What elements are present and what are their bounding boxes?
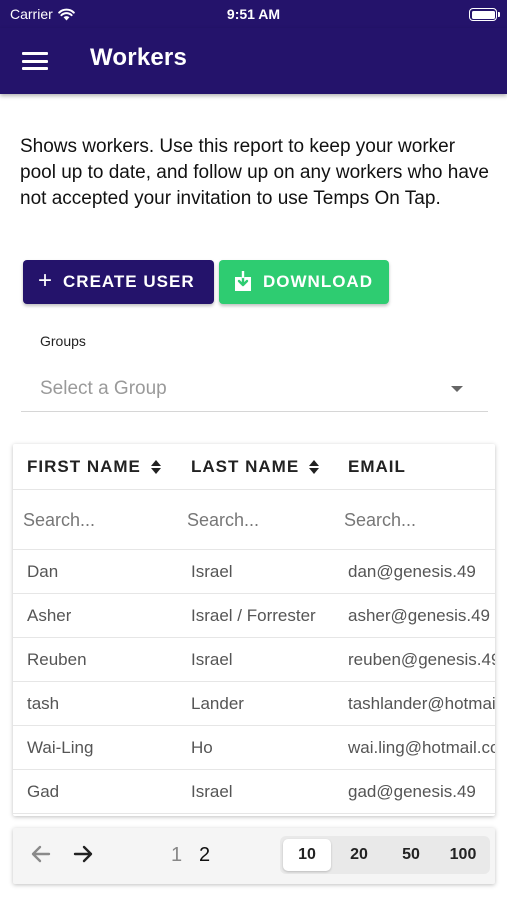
battery-icon <box>469 8 500 21</box>
page-size-10[interactable]: 10 <box>283 839 331 871</box>
table-row[interactable]: tash Lander tashlander@hotmail <box>13 682 495 726</box>
status-bar: Carrier 9:51 AM <box>0 0 507 28</box>
last-name-search-input[interactable] <box>187 505 332 535</box>
arrow-left-icon[interactable] <box>27 840 55 868</box>
hamburger-menu-icon[interactable] <box>22 50 48 72</box>
page-size-selector: 10 20 50 100 <box>280 836 490 874</box>
column-header-last-name[interactable]: LAST NAME <box>191 457 320 477</box>
app-bar: Workers <box>0 28 507 94</box>
first-name-cell: Reuben <box>27 650 87 669</box>
table-row[interactable]: Dan Israel dan@genesis.49 <box>13 550 495 594</box>
pagination-bar: 1 2 10 20 50 100 <box>13 828 495 884</box>
page-button-2[interactable]: 2 <box>199 844 210 867</box>
groups-label: Groups <box>40 333 86 349</box>
email-cell: wai.ling@hotmail.co <box>348 738 495 757</box>
page-title: Workers <box>90 44 188 71</box>
email-cell: tashlander@hotmail <box>348 694 495 713</box>
sort-icon[interactable] <box>150 460 161 474</box>
plus-icon: + <box>38 267 54 294</box>
email-cell: dan@genesis.49 <box>348 562 476 581</box>
column-label: FIRST NAME <box>27 457 141 476</box>
last-name-cell: Lander <box>191 694 244 713</box>
create-user-label: CREATE USER <box>63 272 195 291</box>
clock: 9:51 AM <box>226 6 281 22</box>
last-name-cell: Israel <box>191 562 233 581</box>
first-name-cell: Asher <box>27 606 72 625</box>
page-size-50[interactable]: 50 <box>387 839 435 871</box>
first-name-cell: tash <box>27 694 60 713</box>
group-select-placeholder: Select a Group <box>40 378 167 399</box>
report-description: Shows workers. Use this report to keep y… <box>20 136 489 209</box>
email-search-input[interactable] <box>344 505 489 535</box>
column-header-email[interactable]: EMAIL <box>348 457 406 477</box>
column-label: LAST NAME <box>191 457 300 476</box>
table-row[interactable]: Reuben Israel reuben@genesis.49 <box>13 638 495 682</box>
arrow-right-icon[interactable] <box>69 840 97 868</box>
page-button-1[interactable]: 1 <box>171 844 182 867</box>
email-cell: asher@genesis.49 <box>348 606 491 625</box>
filter-row <box>13 490 495 550</box>
sort-icon[interactable] <box>309 460 320 474</box>
column-label: EMAIL <box>348 457 406 476</box>
download-label: DOWNLOAD <box>263 272 373 291</box>
page-size-20[interactable]: 20 <box>335 839 383 871</box>
first-name-cell: Gad <box>27 782 60 801</box>
last-name-cell: Israel <box>191 782 233 801</box>
email-cell: reuben@genesis.49 <box>348 650 495 669</box>
last-name-cell: Ho <box>191 738 213 757</box>
download-button[interactable]: DOWNLOAD <box>219 260 389 304</box>
table-row[interactable]: Gad Israel gad@genesis.49 <box>13 770 495 814</box>
caret-down-icon <box>451 386 463 392</box>
download-icon <box>235 271 251 291</box>
first-name-cell: Dan <box>27 562 59 581</box>
group-select[interactable]: Select a Group <box>21 370 488 412</box>
table-row[interactable]: Asher Israel / Forrester asher@genesis.4… <box>13 594 495 638</box>
first-name-cell: Wai-Ling <box>27 738 94 757</box>
first-name-search-input[interactable] <box>23 505 173 535</box>
last-name-cell: Israel <box>191 650 233 669</box>
last-name-cell: Israel / Forrester <box>191 606 316 625</box>
column-header-first-name[interactable]: FIRST NAME <box>27 457 161 477</box>
table-header: FIRST NAME LAST NAME EMAIL <box>13 444 495 490</box>
email-cell: gad@genesis.49 <box>348 782 476 801</box>
table-row[interactable]: Wai-Ling Ho wai.ling@hotmail.co <box>13 726 495 770</box>
workers-table: FIRST NAME LAST NAME EMAIL Dan Israel da… <box>13 444 495 816</box>
create-user-button[interactable]: + CREATE USER <box>23 260 214 304</box>
page-size-100[interactable]: 100 <box>439 839 487 871</box>
